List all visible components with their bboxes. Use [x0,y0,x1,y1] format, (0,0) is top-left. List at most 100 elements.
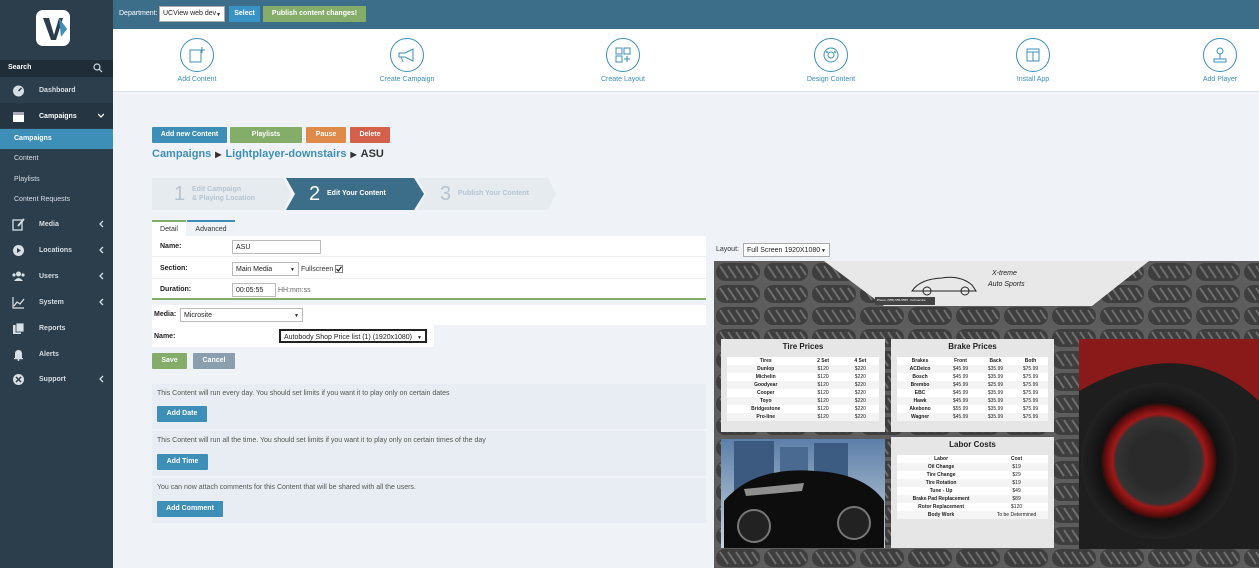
brake-prices-panel: Brake Prices Brakes Front Back Both ACDelco $… [891,339,1054,432]
brake-prices-cell: Bosch [897,373,944,381]
save-button[interactable]: Save [152,353,187,369]
add-comment-button[interactable]: Add Comment [157,501,223,517]
department-select[interactable]: UCView web dev ▼ [159,6,225,22]
nav-media[interactable]: Media [0,211,113,237]
step1-line2[interactable]: & Playing Location [192,195,255,202]
nav-alerts[interactable]: Alerts [0,341,113,367]
labor-costs-cell: $29 [985,471,1048,479]
duration-row: Duration: 00:05:55 HH:mm:ss [152,279,706,300]
step2-label[interactable]: Edit Your Content [327,190,386,197]
section-select[interactable]: Main Media ▼ [232,262,299,276]
add-content-label: Add Content [177,76,217,83]
chevron-left-icon [99,272,104,280]
labor-costs-row: Tire Change $29 [897,471,1048,479]
media-name-row: Name: Autobody Shop Price list (1) (1920… [152,325,434,347]
nav-campaigns[interactable]: Campaigns [0,103,113,129]
brake-prices-cell: $75.99 [1013,373,1048,381]
media-label: Media: [154,311,177,318]
select-button[interactable]: Select [229,6,260,22]
layout-label: Layout: [716,246,739,253]
cancel-button[interactable]: Cancel [193,353,235,369]
media-name-label: Name: [154,333,176,340]
sidebar-search[interactable]: Search [0,60,113,77]
brake-prices-row: Brembo $45.99 $25.99 $75.99 [897,381,1048,389]
create-campaign-circle [390,38,424,72]
media-select[interactable]: Microsite ▼ [180,308,303,322]
wizard-steps: 1 Edit Campaign & Playing Location 2 Edi… [152,178,556,210]
brake-prices-cell: $75.99 [1013,413,1048,421]
layout-select[interactable]: Full Screen 1920X1080 ▼ [743,243,830,257]
add-player-circle [1203,38,1237,72]
nav-users[interactable]: Users [0,263,113,289]
sub-playlists[interactable]: Playlists [0,170,113,190]
chevron-left-icon [99,375,104,383]
breadcrumb-parent[interactable]: Lightplayer-downstairs [225,148,346,160]
duration-label: Duration: [160,286,192,293]
labor-costs-cell: Oil Change [897,463,986,471]
publish-content-button[interactable]: Publish content changes! [263,6,366,22]
brake-prices-cell: $35.99 [978,413,1013,421]
sub-campaigns[interactable]: Campaigns [0,129,113,149]
sub-content-requests[interactable]: Content Requests [0,190,113,210]
brake-prices-row: Bosch $45.99 $35.99 $75.99 [897,373,1048,381]
breadcrumb-campaigns[interactable]: Campaigns [152,148,211,160]
tire-prices-header-row: Tires 2 Set 4 Set [727,357,879,365]
breadcrumb: Campaigns ▶ Lightplayer-downstairs ▶ ASU [152,148,384,160]
delete-button[interactable]: Delete [350,127,390,143]
tab-advanced[interactable]: Advanced [187,220,235,236]
tire-prices-cell: $120 [804,405,842,413]
labor-costs-row: Tire Rotation $19 [897,479,1048,487]
chevron-left-icon [99,220,104,228]
tire-prices-row: Toyo $120 $220 [727,397,879,405]
step1-number: 1 [174,183,186,205]
ucview-logo[interactable] [35,9,71,47]
labor-costs-cell: $19 [985,479,1048,487]
pause-button[interactable]: Pause [306,127,346,143]
tire-prices-cell: $120 [804,397,842,405]
add-new-content-button[interactable]: Add new Content [152,127,227,143]
search-icon[interactable] [93,63,103,73]
fullscreen-checkbox[interactable] [335,265,343,273]
brake-prices-cell: $45.99 [943,413,979,421]
tab-detail[interactable]: Detail [152,220,186,236]
nav-reports[interactable]: Reports [0,315,113,341]
tire-prices-cell: $220 [841,405,879,413]
media-name-select[interactable]: Autobody Shop Price list (1) (1920x1080)… [279,329,427,343]
name-input[interactable]: ASU [232,240,321,254]
install-app-action[interactable]: Install App [988,38,1078,83]
chevron-left-icon [99,246,104,254]
nav-dashboard[interactable]: Dashboard [0,77,113,103]
create-layout-action[interactable]: Create Layout [578,38,668,83]
step3-label[interactable]: Publish Your Content [458,190,529,197]
search-label: Search [8,64,32,71]
brake-prices-row: Hawk $45.99 $35.99 $75.99 [897,397,1048,405]
playlists-button[interactable]: Playlists [230,127,302,143]
create-campaign-action[interactable]: Create Campaign [362,38,452,83]
brake-prices-cell: Akebono [897,405,944,413]
joystick-icon [1213,47,1227,63]
create-layout-circle [606,38,640,72]
play-circle-icon [13,244,24,256]
nav-locations-label: Locations [39,246,73,254]
layout-value: Full Screen 1920X1080 [747,247,821,254]
nav-support[interactable]: Support [0,366,113,392]
design-content-action[interactable]: Design Content [786,38,876,83]
add-player-action[interactable]: Add Player [1175,38,1259,83]
add-content-action[interactable]: Add Content [152,38,242,83]
labor-costs-cell: $49 [985,487,1048,495]
design-content-circle [814,38,848,72]
add-date-button[interactable]: Add Date [157,406,207,422]
nav-system-label: System [39,298,64,306]
brake-prices-header-cell: Brakes [897,357,944,365]
add-time-button[interactable]: Add Time [157,454,208,470]
calendar-icon [13,111,24,122]
time-limits-text: This Content will run all the time. You … [157,437,486,444]
step1-line1[interactable]: Edit Campaign [192,186,241,193]
nav-system[interactable]: System [0,289,113,315]
nav-locations[interactable]: Locations [0,237,113,263]
tire-prices-cell: Michelin [727,373,805,381]
brake-prices-row: Akebono $55.99 $35.99 $75.99 [897,405,1048,413]
brake-prices-cell: $55.99 [943,405,979,413]
sub-content[interactable]: Content [0,149,113,169]
duration-input[interactable]: 00:05:55 [232,283,276,297]
